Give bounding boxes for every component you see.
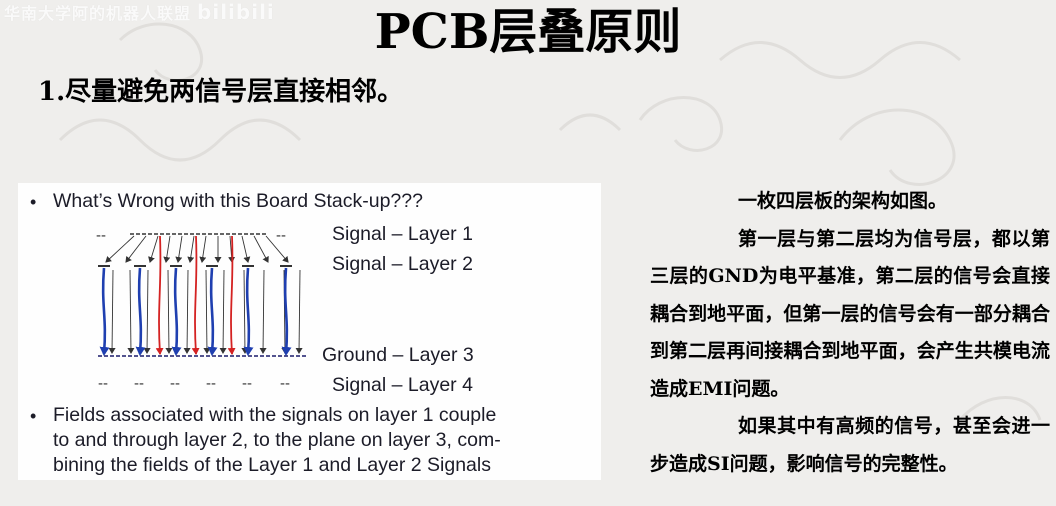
- layer-4-label: Signal – Layer 4: [332, 374, 473, 396]
- explanation-text: 一枚四层板的架构如图。 第一层与第二层均为信号层，都以第三层的GND为电平基准，…: [650, 183, 1050, 483]
- l1-field-arrow-5: [187, 235, 195, 263]
- l1-field-arrow-3: [163, 235, 171, 263]
- layer-3-label: Ground – Layer 3: [322, 344, 474, 366]
- layer-4-dash-4: --: [242, 375, 252, 392]
- paragraph-3: 如果其中有高频的信号，甚至会进一步造成SI问题，影响信号的完整性。: [650, 415, 1050, 475]
- slide-subtitle: 1.尽量避免两信号层直接相邻。: [38, 77, 404, 107]
- l1-ground-arrow-0: [108, 269, 116, 354]
- l1-ground-arrow-5: [203, 269, 211, 354]
- layer-4-dash-1: --: [134, 375, 144, 392]
- paragraph-1: 一枚四层板的架构如图。: [738, 190, 948, 212]
- coupled-field-line-1: [191, 235, 200, 355]
- slide-title: PCB层叠原则: [374, 4, 682, 60]
- bullet-2-line-1: Fields associated with the signals on la…: [53, 404, 497, 426]
- l2-field-line-4: [243, 267, 254, 356]
- l1-ground-arrow-6: [219, 269, 227, 354]
- l1-ground-arrow-7: [241, 269, 249, 354]
- stackup-figure: -- -- -- -- -- -- -- -- • What’s Wrong with thi…: [18, 183, 601, 480]
- layer-2-label: Signal – Layer 2: [332, 253, 473, 275]
- l1-field-arrow-10: [253, 235, 269, 263]
- bullet-2-line-3: bining the fields of the Layer 1 and Lay…: [53, 454, 491, 476]
- l2-field-line-0: [99, 267, 110, 356]
- paragraph-2: 第一层与第二层均为信号层，都以第三层的GND为电平基准，第二层的信号会直接耦合到…: [650, 227, 1050, 400]
- bullet-2-line-2: to and through layer 2, to the plane on …: [53, 429, 501, 451]
- layer-1-label: Signal – Layer 1: [332, 223, 473, 245]
- bullet-1: •: [30, 192, 37, 212]
- l1-field-arrow-1: [125, 235, 147, 263]
- figure-heading: What’s Wrong with this Board Stack-up???: [53, 190, 423, 212]
- l1-ground-arrow-2: [143, 269, 151, 354]
- l1-ground-arrow-3: [165, 269, 173, 354]
- l2-field-line-3: [207, 267, 218, 356]
- l2-field-line-5: [281, 267, 292, 356]
- l1-field-arrow-9: [241, 235, 251, 263]
- l2-field-line-2: [171, 267, 182, 356]
- l2-field-line-1: [135, 267, 146, 356]
- coupled-field-line-0: [155, 235, 164, 355]
- layer-4-dash-3: --: [206, 375, 216, 392]
- layer-1-dash-left: --: [96, 227, 106, 244]
- l1-field-arrow-0: [105, 235, 135, 263]
- bullet-2: •: [30, 406, 37, 426]
- layer-4-dash-5: --: [280, 375, 290, 392]
- l1-field-arrow-2: [148, 235, 159, 263]
- layer-4-dash-2: --: [170, 375, 180, 392]
- layer-4-dash-0: --: [98, 375, 108, 392]
- l1-ground-arrow-10: [295, 269, 303, 354]
- layer-1-dash-right: --: [276, 227, 286, 244]
- l1-field-arrow-6: [199, 235, 207, 263]
- l1-field-arrow-4: [175, 235, 183, 263]
- l1-ground-arrow-8: [259, 269, 267, 354]
- l1-ground-arrow-1: [127, 269, 135, 354]
- l1-ground-arrow-4: [183, 269, 191, 354]
